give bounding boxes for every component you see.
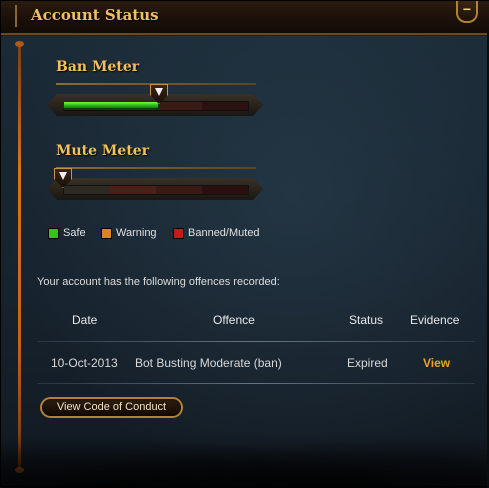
offences-intro: Your account has the following offences …	[37, 276, 280, 288]
column-header-date: Date	[72, 313, 98, 327]
banned-swatch-icon	[173, 228, 184, 239]
warning-swatch-icon	[101, 228, 112, 239]
safe-swatch-icon	[48, 228, 59, 239]
ban-meter-fill	[63, 101, 159, 109]
marker-arrow-icon	[155, 88, 163, 96]
offence-date: 10-Oct-2013	[51, 356, 118, 370]
mute-meter-underline	[56, 167, 256, 169]
minus-icon: −	[462, 1, 472, 17]
ban-meter-title: Ban Meter	[56, 59, 140, 75]
legend-label: Banned/Muted	[188, 227, 260, 239]
column-header-status: Status	[349, 313, 384, 327]
rail-cap-top	[15, 41, 24, 47]
legend-label: Warning	[116, 227, 157, 239]
table-divider	[37, 341, 475, 342]
account-status-panel: Account Status − Ban Meter Mute Meter Sa…	[0, 0, 489, 488]
offence-status: Expired	[347, 356, 388, 370]
collapse-button[interactable]: −	[456, 1, 478, 23]
left-rail-decoration	[18, 43, 21, 471]
column-header-offence: Offence	[213, 313, 255, 327]
panel-header: Account Status −	[1, 1, 489, 35]
offence-name: Bot Busting Moderate (ban)	[135, 356, 282, 370]
header-bracket-decoration	[15, 5, 27, 27]
view-code-of-conduct-button[interactable]: View Code of Conduct	[40, 397, 183, 418]
mute-meter	[47, 168, 263, 200]
legend-label: Safe	[63, 227, 86, 239]
mute-meter-track	[63, 185, 249, 195]
panel-title: Account Status	[31, 6, 159, 24]
table-divider	[37, 383, 475, 384]
bottom-grunge-decoration	[1, 431, 489, 488]
column-header-evidence: Evidence	[410, 313, 460, 327]
mute-meter-title: Mute Meter	[56, 143, 150, 159]
view-evidence-link[interactable]: View	[423, 356, 450, 370]
marker-arrow-icon	[59, 172, 67, 180]
ban-meter	[47, 84, 263, 116]
